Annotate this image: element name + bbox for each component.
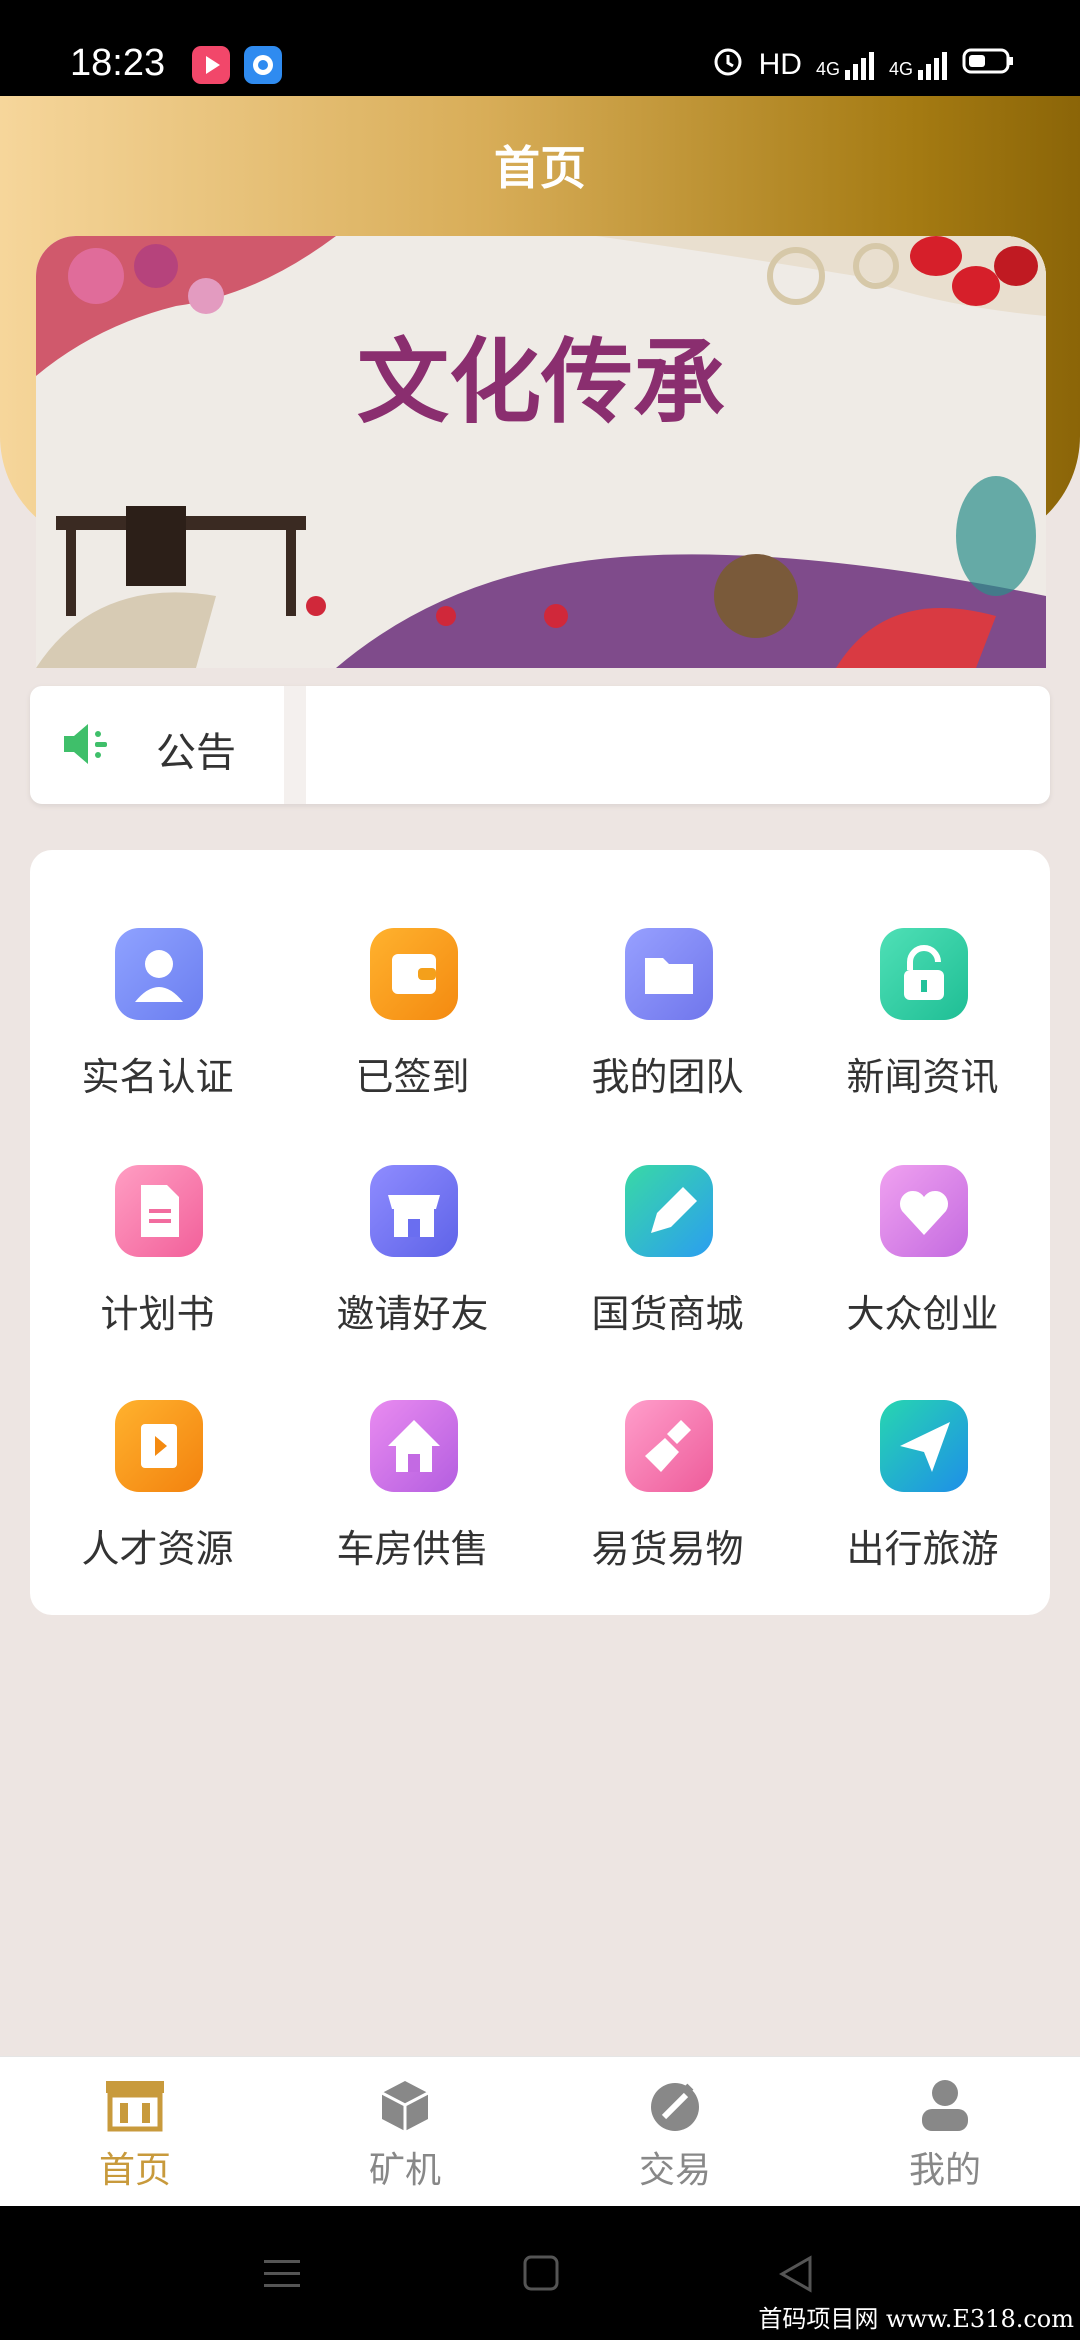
grid-item-team[interactable]: 我的团队 [540,928,795,1128]
edit-icon [625,1165,713,1257]
grid-item-barter[interactable]: 易货易物 [540,1400,795,1600]
notice-label: 公告 [156,730,236,776]
grid-item-mall[interactable]: 国货商城 [540,1165,795,1365]
grid-item-realname[interactable]: 实名认证 [30,928,285,1128]
page-title: 首页 [494,141,586,195]
grid-label: 新闻资讯 [846,1055,999,1099]
document-icon [115,1165,203,1257]
watermark: 首码项目网 www.E318.com [758,2305,1074,2333]
store-icon [370,1165,458,1257]
back-icon[interactable] [776,2254,816,2298]
feature-grid: 实名认证 已签到 我的团队 新闻资讯 计划书 邀请好友 国货商城 大众创业 人才… [30,850,1050,1615]
nav-miner[interactable]: 矿机 [270,2057,540,2207]
banner[interactable]: 文化传承 [36,236,1046,668]
nav-home[interactable]: 首页 [0,2057,270,2207]
signal-icon-2: 4G [889,50,948,80]
system-nav-bar: 首码项目网 www.E318.com [0,2206,1080,2340]
grid-label: 实名认证 [81,1055,234,1099]
send-icon [880,1400,968,1492]
lock-icon [880,928,968,1020]
broom-icon [625,1400,713,1492]
status-bar: 18:23 HD 4G 4G [0,0,1080,96]
grid-label: 易货易物 [591,1527,744,1571]
nav-label-miner: 矿机 [368,2150,441,2191]
grid-label: 已签到 [355,1055,470,1099]
grid-label: 人才资源 [81,1527,234,1571]
battery-icon [962,46,1014,84]
nav-label-trade: 交易 [638,2150,711,2191]
person-icon [920,2077,970,2137]
grid-item-estate[interactable]: 车房供售 [285,1400,540,1600]
hd-indicator: HD [758,48,802,81]
wallet-icon [370,928,458,1020]
user-icon [115,928,203,1020]
banner-artwork: 文化传承 [36,236,1046,668]
grid-label: 大众创业 [846,1292,999,1336]
signal-icon-1: 4G [816,50,875,80]
browser-app-icon [244,46,282,84]
grid-label: 计划书 [100,1292,215,1336]
play-icon [115,1400,203,1492]
grid-item-invite[interactable]: 邀请好友 [285,1165,540,1365]
nav-profile[interactable]: 我的 [810,2057,1080,2207]
banner-text: 文化传承 [357,328,725,436]
home-icon [370,1400,458,1492]
grid-item-startup[interactable]: 大众创业 [795,1165,1050,1365]
grid-label: 国货商城 [591,1292,744,1336]
grid-item-travel[interactable]: 出行旅游 [795,1400,1050,1600]
nav-label-home: 首页 [98,2150,171,2191]
alarm-icon [711,44,745,86]
shop-icon [102,2077,168,2137]
heart-icon [880,1165,968,1257]
grid-label: 我的团队 [591,1055,744,1099]
trade-icon [646,2077,704,2137]
notice-bar[interactable]: 公告 [30,686,1050,804]
home-button-icon[interactable] [522,2254,560,2296]
grid-item-plan[interactable]: 计划书 [30,1165,285,1365]
nav-trade[interactable]: 交易 [540,2057,810,2207]
menu-icon[interactable] [262,2256,302,2296]
grid-item-talent[interactable]: 人才资源 [30,1400,285,1600]
grid-item-checkin[interactable]: 已签到 [285,928,540,1128]
video-app-icon [192,46,230,84]
folder-icon [625,928,713,1020]
status-time: 18:23 [70,42,166,84]
nav-label-profile: 我的 [908,2150,981,2191]
notice-divider [284,686,306,804]
bottom-nav: 首页 矿机 交易 我的 [0,2056,1080,2207]
grid-item-news[interactable]: 新闻资讯 [795,928,1050,1128]
cube-icon [378,2077,432,2137]
grid-label: 邀请好友 [336,1292,489,1336]
grid-label: 车房供售 [336,1527,489,1571]
speaker-icon [58,716,114,776]
grid-label: 出行旅游 [846,1527,999,1571]
